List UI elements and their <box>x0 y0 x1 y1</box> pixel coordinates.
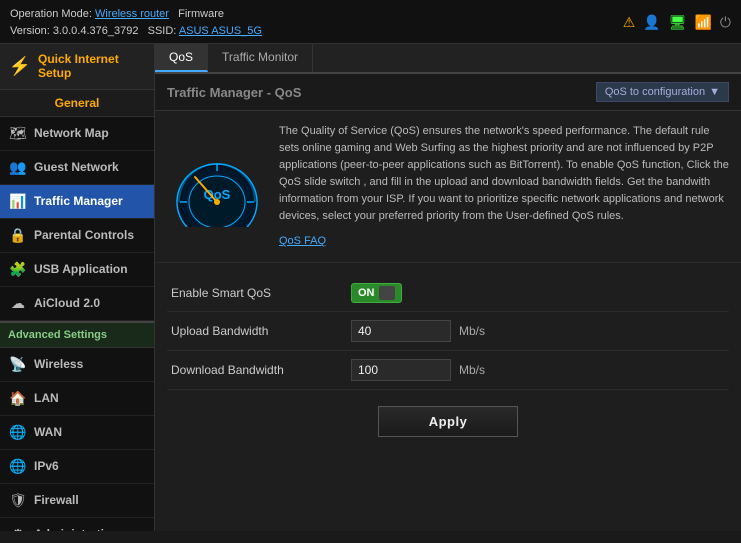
download-label: Download Bandwidth <box>171 363 351 377</box>
sidebar-item-lan[interactable]: 🏠 LAN <box>0 382 154 416</box>
title-main: Traffic Manager <box>167 85 263 100</box>
smart-qos-toggle[interactable]: ON <box>351 283 402 303</box>
download-input[interactable] <box>351 359 451 381</box>
sidebar-label-wan: WAN <box>34 425 62 439</box>
smart-qos-row: Enable Smart QoS ON <box>167 275 729 312</box>
administration-icon: ⚙ <box>8 526 28 531</box>
quick-setup-icon: ⚡ <box>8 56 32 77</box>
sidebar-quick-label: Quick Internet Setup <box>38 52 119 81</box>
sidebar: ⚡ Quick Internet Setup General 🗺 Network… <box>0 44 155 531</box>
qos-info-section: QoS The Quality of Service (QoS) ensures… <box>155 111 741 263</box>
sidebar-label-ipv6: IPv6 <box>34 459 59 473</box>
firmware-label: Firmware <box>178 8 224 20</box>
sidebar-label-guest-network: Guest Network <box>34 160 119 174</box>
download-control: Mb/s <box>351 359 725 381</box>
header-icons: ⚠ 👤 🖥 📶 ⏻ <box>623 14 731 31</box>
page-title: Traffic Manager - QoS <box>167 85 301 100</box>
tab-qos[interactable]: QoS <box>155 44 208 72</box>
qos-description-text: The Quality of Service (QoS) ensures the… <box>279 125 729 222</box>
title-separator: - <box>267 85 275 100</box>
sidebar-label-aicloud: AiCloud 2.0 <box>34 296 100 310</box>
sidebar-label-wireless: Wireless <box>34 357 83 371</box>
sidebar-item-traffic-manager[interactable]: 📊 Traffic Manager <box>0 185 154 219</box>
sidebar-label-traffic-manager: Traffic Manager <box>34 194 123 208</box>
download-unit: Mb/s <box>459 363 485 377</box>
toggle-knob <box>379 286 395 300</box>
version-value: 3.0.0.4.376_3792 <box>53 25 139 37</box>
sidebar-item-wan[interactable]: 🌐 WAN <box>0 416 154 450</box>
qos-faq-link[interactable]: QoS FAQ <box>279 233 729 250</box>
main-layout: ⚡ Quick Internet Setup General 🗺 Network… <box>0 44 741 531</box>
sidebar-label-parental-controls: Parental Controls <box>34 228 134 242</box>
qos-gauge: QoS <box>167 123 267 250</box>
settings-form: Enable Smart QoS ON Upload Bandwidth Mb/… <box>155 263 741 465</box>
smart-qos-control: ON <box>351 283 725 303</box>
sidebar-item-wireless[interactable]: 📡 Wireless <box>0 348 154 382</box>
title-sub: QoS <box>275 85 302 100</box>
sidebar-item-guest-network[interactable]: 👥 Guest Network <box>0 151 154 185</box>
toggle-on-label: ON <box>358 287 375 299</box>
firewall-icon: 🛡 <box>8 492 28 509</box>
upload-unit: Mb/s <box>459 324 485 338</box>
sidebar-item-usb-application[interactable]: 🧩 USB Application <box>0 253 154 287</box>
guest-network-icon: 👥 <box>8 159 28 176</box>
upload-bandwidth-row: Upload Bandwidth Mb/s <box>167 312 729 351</box>
parental-controls-icon: 🔒 <box>8 227 28 244</box>
sidebar-general-header: General <box>0 90 154 117</box>
sidebar-item-aicloud[interactable]: ☁ AiCloud 2.0 <box>0 287 154 321</box>
header: Operation Mode: Wireless router Firmware… <box>0 0 741 44</box>
version-label: Version: <box>10 25 50 37</box>
sidebar-label-lan: LAN <box>34 391 59 405</box>
sidebar-item-administration[interactable]: ⚙ Administration <box>0 518 154 531</box>
sidebar-item-firewall[interactable]: 🛡 Firewall <box>0 484 154 518</box>
usb-application-icon: 🧩 <box>8 261 28 278</box>
content-header: Traffic Manager - QoS QoS to configurati… <box>155 74 741 111</box>
aicloud-icon: ☁ <box>8 295 28 312</box>
wireless-icon: 📡 <box>8 356 28 373</box>
warning-icon[interactable]: ⚠ <box>623 14 636 31</box>
network-map-icon: 🗺 <box>8 125 28 142</box>
wifi-icon[interactable]: 📶 <box>694 14 711 31</box>
sidebar-item-ipv6[interactable]: 🌐 IPv6 <box>0 450 154 484</box>
upload-input[interactable] <box>351 320 451 342</box>
content-area: QoS Traffic Monitor Traffic Manager - Qo… <box>155 44 741 531</box>
traffic-manager-icon: 📊 <box>8 193 28 210</box>
sidebar-label-firewall: Firewall <box>34 493 79 507</box>
sidebar-item-network-map[interactable]: 🗺 Network Map <box>0 117 154 151</box>
upload-control: Mb/s <box>351 320 725 342</box>
qos-gauge-svg: QoS <box>170 147 265 227</box>
apply-button[interactable]: Apply <box>378 406 519 437</box>
sidebar-label-usb-application: USB Application <box>34 262 128 276</box>
power-icon[interactable]: ⏻ <box>720 14 731 31</box>
tab-traffic-monitor[interactable]: Traffic Monitor <box>208 44 313 72</box>
qos-description: The Quality of Service (QoS) ensures the… <box>279 123 729 250</box>
dropdown-label: QoS to configuration <box>605 86 705 98</box>
lan-icon: 🏠 <box>8 390 28 407</box>
operation-mode-label: Operation Mode: <box>10 8 92 20</box>
download-bandwidth-row: Download Bandwidth Mb/s <box>167 351 729 390</box>
chevron-down-icon: ▼ <box>709 86 720 98</box>
ssid-values: ASUS ASUS_5G <box>179 25 262 37</box>
upload-label: Upload Bandwidth <box>171 324 351 338</box>
sidebar-item-quick-setup[interactable]: ⚡ Quick Internet Setup <box>0 44 154 90</box>
user-icon[interactable]: 👤 <box>643 14 660 31</box>
sidebar-advanced-header: Advanced Settings <box>0 321 154 348</box>
wan-icon: 🌐 <box>8 424 28 441</box>
sidebar-label-administration: Administration <box>34 527 119 531</box>
tab-bar: QoS Traffic Monitor <box>155 44 741 74</box>
ssid-label: SSID: <box>148 25 177 37</box>
operation-mode-value: Wireless router <box>95 8 169 20</box>
qos-config-dropdown[interactable]: QoS to configuration ▼ <box>596 82 729 102</box>
header-info: Operation Mode: Wireless router Firmware… <box>10 6 262 39</box>
ipv6-icon: 🌐 <box>8 458 28 475</box>
smart-qos-label: Enable Smart QoS <box>171 286 351 300</box>
sidebar-label-network-map: Network Map <box>34 126 109 140</box>
display-icon[interactable]: 🖥 <box>669 14 687 31</box>
sidebar-item-parental-controls[interactable]: 🔒 Parental Controls <box>0 219 154 253</box>
